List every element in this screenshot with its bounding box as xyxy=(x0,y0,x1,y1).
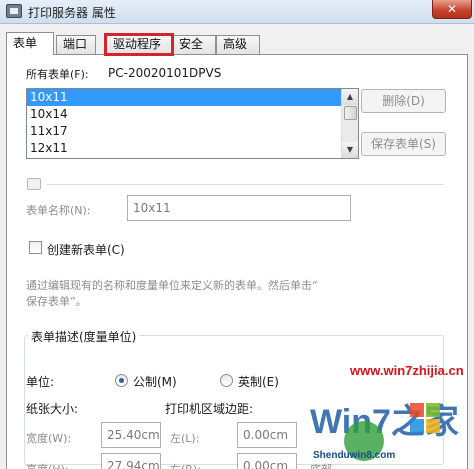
height-field[interactable]: 27.94cm xyxy=(101,453,161,469)
metric-label: 公制(M) xyxy=(133,375,177,389)
unit-label: 单位: xyxy=(26,375,55,389)
scroll-up-icon[interactable]: ▲ xyxy=(342,89,358,105)
create-new-checkbox[interactable] xyxy=(29,241,42,254)
tab-forms[interactable]: 表单 xyxy=(6,32,54,55)
tab-security[interactable]: 安全 xyxy=(172,35,216,54)
watermark-site: Shenduwin8.com xyxy=(313,450,396,461)
all-forms-label: 所有表单(F): xyxy=(26,68,89,81)
left-margin-label: 左(L): xyxy=(170,432,200,445)
metric-radio[interactable] xyxy=(115,374,128,387)
list-scrollbar[interactable]: ▲ ▼ xyxy=(341,89,358,158)
imperial-label: 英制(E) xyxy=(238,375,279,389)
form-name-label: 表单名称(N): xyxy=(26,204,91,217)
tab-ports[interactable]: 端口 xyxy=(56,35,96,54)
width-field[interactable]: 25.40cm xyxy=(101,422,161,448)
watermark-url: www.win7zhijia.cn xyxy=(350,363,464,378)
window-title: 打印服务器 属性 xyxy=(28,6,116,20)
forms-listbox[interactable]: 10x11 10x14 11x17 12x11 ▲ ▼ xyxy=(26,88,359,159)
left-margin-field[interactable]: 0.00cm xyxy=(237,422,297,448)
printer-icon xyxy=(27,178,41,190)
right-margin-label: 右(R): xyxy=(170,461,201,469)
scroll-down-icon[interactable]: ▼ xyxy=(342,142,358,158)
margins-label: 打印机区域边距: xyxy=(165,402,254,416)
save-form-button[interactable]: 保存表单(S) xyxy=(361,132,446,156)
close-button[interactable]: ✕ xyxy=(432,0,472,19)
height-label: 高度(H): xyxy=(26,461,69,469)
create-new-label: 创建新表单(C) xyxy=(47,243,125,257)
list-item[interactable]: 10x14 xyxy=(27,106,358,123)
delete-button[interactable]: 删除(D) xyxy=(361,89,446,113)
right-margin-field[interactable]: 0.00cm xyxy=(237,453,297,469)
paper-size-label: 纸张大小: xyxy=(26,402,79,416)
scroll-thumb[interactable] xyxy=(344,106,357,120)
form-name-field[interactable]: 10x11 xyxy=(127,195,351,221)
list-item[interactable]: 11x17 xyxy=(27,123,358,140)
tab-drivers[interactable]: 驱动程序 xyxy=(104,33,174,56)
server-name: PC-20020101DPVS xyxy=(108,66,222,80)
list-item[interactable]: 10x11 xyxy=(27,89,342,106)
group-title: 表单描述(度量单位) xyxy=(28,328,140,345)
title-bar: 打印服务器 属性 ✕ xyxy=(0,0,474,24)
tab-advanced[interactable]: 高级 xyxy=(216,35,260,54)
list-item[interactable]: 12x11 xyxy=(27,140,358,157)
width-label: 宽度(W): xyxy=(26,432,72,445)
hint-line-2: 保存表单”。 xyxy=(26,295,87,308)
divider xyxy=(47,184,444,185)
imperial-radio[interactable] xyxy=(220,374,233,387)
printer-server-icon xyxy=(6,4,22,18)
hint-line-1: 通过编辑现有的名称和度量单位来定义新的表单。然后单击“ xyxy=(26,279,318,292)
